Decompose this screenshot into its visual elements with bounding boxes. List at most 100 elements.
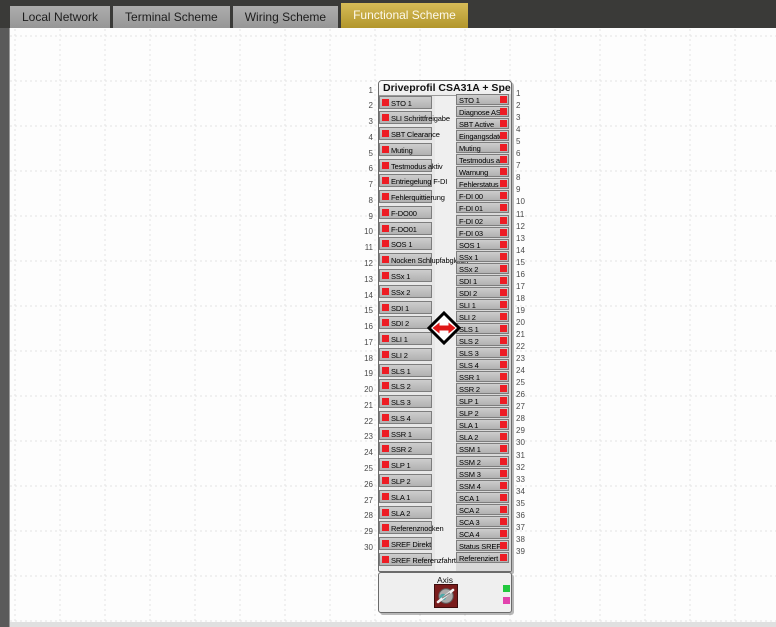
pin-connector-square[interactable] <box>382 351 389 358</box>
input-pin[interactable]: SLS 1 <box>379 364 432 377</box>
output-pin[interactable]: SSR 2 <box>456 383 509 394</box>
pin-connector-square[interactable] <box>500 397 507 404</box>
pin-connector-square[interactable] <box>500 470 507 477</box>
pin-connector-square[interactable] <box>382 209 389 216</box>
pin-connector-square[interactable] <box>500 313 507 320</box>
pin-connector-square[interactable] <box>500 518 507 525</box>
pin-connector-square[interactable] <box>500 409 507 416</box>
input-pin[interactable]: SLA 2 <box>379 506 432 519</box>
pin-connector-square[interactable] <box>500 385 507 392</box>
output-pin[interactable]: SLS 4 <box>456 359 509 370</box>
pin-connector-square[interactable] <box>500 265 507 272</box>
input-pin[interactable]: Fehlerquittierung <box>379 190 432 203</box>
output-pin[interactable]: STO 1 <box>456 94 509 105</box>
input-pin[interactable]: SLI 1 <box>379 332 432 345</box>
pin-connector-square[interactable] <box>500 349 507 356</box>
pin-connector-square[interactable] <box>500 241 507 248</box>
pin-connector-square[interactable] <box>382 304 389 311</box>
output-pin[interactable]: SSR 1 <box>456 371 509 382</box>
output-pin[interactable]: SOS 1 <box>456 239 509 250</box>
output-pin[interactable]: Status SREF <box>456 540 509 551</box>
pin-connector-square[interactable] <box>382 146 389 153</box>
input-pin[interactable]: SLI Schrittfreigabe <box>379 111 432 124</box>
input-pin[interactable]: SDI 2 <box>379 316 432 329</box>
pin-connector-square[interactable] <box>382 114 389 121</box>
output-pin[interactable]: SCA 4 <box>456 528 509 539</box>
pin-connector-square[interactable] <box>500 192 507 199</box>
pin-connector-square[interactable] <box>500 144 507 151</box>
pin-connector-square[interactable] <box>500 217 507 224</box>
output-pin[interactable]: SLP 2 <box>456 407 509 418</box>
output-pin[interactable]: SSM 1 <box>456 443 509 454</box>
output-pin[interactable]: SLA 2 <box>456 431 509 442</box>
input-pin[interactable]: SLS 2 <box>379 379 432 392</box>
input-pin[interactable]: SSx 1 <box>379 269 432 282</box>
input-pin[interactable]: SDI 1 <box>379 301 432 314</box>
pin-connector-square[interactable] <box>500 289 507 296</box>
pin-connector-square[interactable] <box>500 530 507 537</box>
output-pin[interactable]: F-DI 03 <box>456 227 509 238</box>
pin-connector-square[interactable] <box>500 168 507 175</box>
pin-connector-square[interactable] <box>500 180 507 187</box>
pin-connector-square[interactable] <box>500 96 507 103</box>
output-pin[interactable]: Muting <box>456 142 509 153</box>
pin-connector-square[interactable] <box>500 494 507 501</box>
output-pin[interactable]: F-DI 01 <box>456 202 509 213</box>
input-pin[interactable]: SSx 2 <box>379 285 432 298</box>
input-pin[interactable]: SSR 1 <box>379 427 432 440</box>
output-pin[interactable]: SLA 1 <box>456 419 509 430</box>
pin-connector-square[interactable] <box>382 461 389 468</box>
output-pin[interactable]: Testmodus aktiv <box>456 154 509 165</box>
output-pin[interactable]: F-DI 00 <box>456 190 509 201</box>
input-pin[interactable]: SLP 1 <box>379 458 432 471</box>
input-pin[interactable]: F-DO00 <box>379 206 432 219</box>
output-pin[interactable]: SSM 2 <box>456 456 509 467</box>
input-pin[interactable]: Muting <box>379 143 432 156</box>
pin-connector-square[interactable] <box>382 225 389 232</box>
input-pin[interactable]: SLI 2 <box>379 348 432 361</box>
pin-connector-square[interactable] <box>500 554 507 561</box>
output-pin[interactable]: SLS 2 <box>456 335 509 346</box>
output-pin[interactable]: F-DI 02 <box>456 215 509 226</box>
output-pin[interactable]: SLI 1 <box>456 299 509 310</box>
pin-connector-square[interactable] <box>382 477 389 484</box>
pin-connector-square[interactable] <box>500 301 507 308</box>
pin-connector-square[interactable] <box>500 325 507 332</box>
input-pin[interactable]: SLP 2 <box>379 474 432 487</box>
input-pin[interactable]: Entriegelung F-DI <box>379 174 432 187</box>
pin-connector-square[interactable] <box>382 493 389 500</box>
pin-connector-square[interactable] <box>382 509 389 516</box>
output-pin[interactable]: SSM 3 <box>456 468 509 479</box>
pin-connector-square[interactable] <box>500 458 507 465</box>
output-pin[interactable]: SBT Active <box>456 118 509 129</box>
pin-connector-square[interactable] <box>500 277 507 284</box>
pin-connector-square[interactable] <box>382 556 389 563</box>
pin-connector-square[interactable] <box>382 524 389 531</box>
pin-connector-square[interactable] <box>382 367 389 374</box>
pin-connector-square[interactable] <box>500 337 507 344</box>
output-pin[interactable]: SCA 2 <box>456 504 509 515</box>
pin-connector-square[interactable] <box>382 193 389 200</box>
output-pin[interactable]: SCA 3 <box>456 516 509 527</box>
pin-connector-square[interactable] <box>382 130 389 137</box>
axis-section[interactable]: Axis <box>378 572 512 613</box>
move-handle-icon[interactable] <box>427 311 461 345</box>
pin-connector-square[interactable] <box>500 361 507 368</box>
pin-connector-square[interactable] <box>500 373 507 380</box>
output-pin[interactable]: Eingangsdaten gültig <box>456 130 509 141</box>
output-pin[interactable]: Fehlerstatus <box>456 178 509 189</box>
input-pin[interactable]: Nocken Schlupfabgleich <box>379 253 432 266</box>
input-pin[interactable]: STO 1 <box>379 96 432 109</box>
pin-connector-square[interactable] <box>382 162 389 169</box>
input-pin[interactable]: F-DO01 <box>379 222 432 235</box>
pin-connector-square[interactable] <box>382 256 389 263</box>
input-pin[interactable]: SBT Clearance <box>379 127 432 140</box>
pin-connector-square[interactable] <box>382 272 389 279</box>
input-pin[interactable]: Referenznocken <box>379 521 432 534</box>
input-pin[interactable]: SREF Direkt <box>379 537 432 550</box>
pin-connector-square[interactable] <box>500 482 507 489</box>
pin-connector-square[interactable] <box>382 240 389 247</box>
pin-connector-square[interactable] <box>382 382 389 389</box>
pin-connector-square[interactable] <box>382 445 389 452</box>
pin-connector-square[interactable] <box>382 288 389 295</box>
